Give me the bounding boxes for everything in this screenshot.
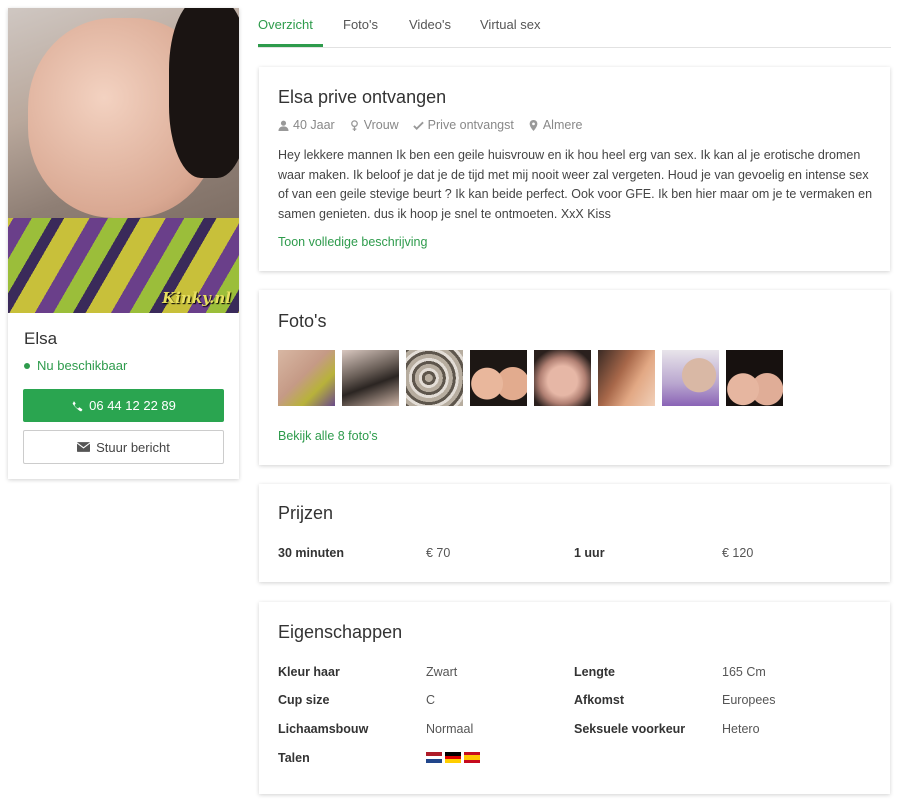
property-value: C	[426, 693, 436, 707]
availability-status: Nu beschikbaar	[24, 358, 127, 373]
check-icon	[412, 121, 424, 130]
show-full-description-link[interactable]: Toon volledige beschrijving	[278, 235, 427, 249]
tab-videos[interactable]: Video's	[409, 17, 451, 32]
watermark: Kinky.nl	[162, 289, 231, 307]
gender-meta: Vrouw	[349, 118, 399, 132]
property-value: Europees	[722, 693, 776, 707]
female-icon	[350, 119, 358, 131]
properties-panel: Eigenschappen Kleur haar Zwart Lengte 16…	[259, 602, 890, 794]
call-button-label: 06 44 12 22 89	[89, 398, 176, 413]
photo-thumbnail[interactable]	[662, 350, 719, 406]
property-value: Normaal	[426, 722, 474, 736]
message-button-label: Stuur bericht	[96, 439, 170, 455]
overview-title: Elsa prive ontvangen	[278, 87, 447, 107]
view-all-photos-link[interactable]: Bekijk alle 8 foto's	[278, 429, 378, 443]
tab-overzicht[interactable]: Overzicht	[258, 17, 313, 32]
profile-meta: 40 Jaar Vrouw Prive ontvangst Almere	[278, 118, 582, 132]
photo-thumbnail[interactable]	[534, 350, 591, 406]
status-label: Nu beschikbaar	[37, 358, 128, 373]
active-tab-indicator	[258, 44, 323, 47]
price-duration-label: 1 uur	[574, 546, 605, 560]
photo-thumbnails	[278, 350, 783, 406]
photo-thumbnail[interactable]	[598, 350, 655, 406]
property-label: Lichaamsbouw	[278, 722, 369, 736]
property-label: Lengte	[574, 665, 615, 679]
price-value: € 70	[426, 546, 451, 560]
photo-thumbnail[interactable]	[470, 350, 527, 406]
photo-thumbnail[interactable]	[726, 350, 783, 406]
call-button[interactable]: 06 44 12 22 89	[23, 389, 224, 422]
tab-virtual-sex[interactable]: Virtual sex	[480, 17, 540, 32]
phone-icon	[72, 400, 83, 411]
map-marker-icon	[529, 119, 538, 131]
age-meta: 40 Jaar	[278, 118, 335, 132]
language-flags	[426, 752, 480, 764]
property-label: Cup size	[278, 693, 330, 707]
photo-thumbnail[interactable]	[406, 350, 463, 406]
properties-title: Eigenschappen	[278, 622, 403, 642]
photo-thumbnail[interactable]	[342, 350, 399, 406]
profile-photo[interactable]: Kinky.nl	[8, 8, 239, 313]
es-flag-icon	[464, 752, 480, 763]
property-label: Afkomst	[574, 693, 625, 707]
property-value: 165 Cm	[722, 665, 766, 679]
status-dot-icon	[24, 362, 30, 369]
reception-meta: Prive ontvangst	[412, 118, 514, 132]
nl-flag-icon	[426, 752, 442, 764]
envelope-icon	[77, 442, 91, 452]
price-duration-label: 30 minuten	[278, 546, 344, 560]
prices-title: Prijzen	[278, 503, 334, 523]
description-text: Hey lekkere mannen Ik ben een geile huis…	[278, 148, 873, 221]
prices-panel: Prijzen 30 minuten € 70 1 uur € 120	[259, 484, 890, 582]
user-icon	[278, 120, 289, 131]
price-value: € 120	[722, 546, 754, 560]
property-value: Zwart	[426, 665, 458, 679]
languages-label: Talen	[278, 751, 310, 765]
property-label: Kleur haar	[278, 665, 340, 679]
photos-title: Foto's	[278, 311, 327, 331]
message-button[interactable]: Stuur bericht	[23, 430, 224, 464]
profile-name: Elsa	[24, 329, 58, 348]
property-label: Seksuele voorkeur	[574, 722, 686, 736]
photos-panel: Foto's Bekijk alle 8 foto's	[259, 290, 890, 465]
de-flag-icon	[445, 752, 461, 764]
tab-fotos[interactable]: Foto's	[343, 17, 378, 32]
overview-panel: Elsa prive ontvangen 40 Jaar Vrouw Prive…	[259, 67, 890, 271]
property-value: Hetero	[722, 722, 760, 736]
photo-thumbnail[interactable]	[278, 350, 335, 406]
tab-bar: Overzicht Foto's Video's Virtual sex	[258, 0, 891, 48]
city-meta: Almere	[528, 118, 582, 132]
